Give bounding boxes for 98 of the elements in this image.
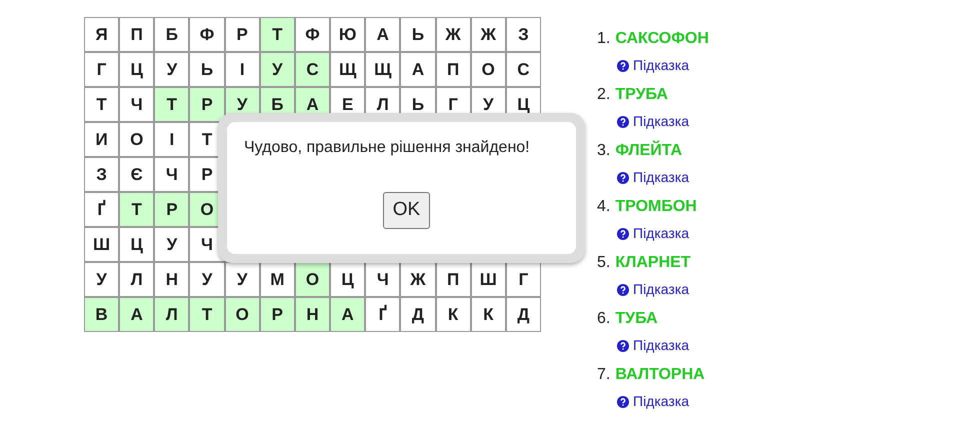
letter-cell[interactable]: С bbox=[296, 53, 330, 86]
letter-cell[interactable]: А bbox=[120, 298, 154, 331]
letter-cell[interactable]: Т bbox=[260, 18, 294, 51]
letter-cell[interactable]: П bbox=[436, 53, 470, 86]
help-icon bbox=[617, 396, 629, 408]
hint-link[interactable]: Підказка bbox=[633, 167, 690, 188]
letter-cell[interactable]: И bbox=[85, 123, 118, 156]
letter-cell[interactable]: У bbox=[260, 53, 294, 86]
letter-cell[interactable]: З bbox=[85, 158, 118, 191]
letter-cell[interactable]: Ж bbox=[472, 18, 505, 51]
hint-link[interactable]: Підказка bbox=[633, 111, 690, 132]
letter-cell[interactable]: Щ bbox=[366, 53, 400, 86]
letter-cell[interactable]: О bbox=[226, 298, 259, 331]
word-number: 1. bbox=[597, 29, 610, 49]
letter-cell[interactable]: Н bbox=[296, 298, 330, 331]
help-icon bbox=[617, 60, 629, 72]
letter-cell[interactable]: Т bbox=[120, 193, 154, 226]
word-label: САКСОФОН bbox=[615, 29, 709, 49]
letter-cell[interactable]: У bbox=[85, 263, 118, 296]
letter-cell[interactable]: Ь bbox=[401, 18, 435, 51]
word-number: 2. bbox=[597, 85, 610, 105]
letter-cell[interactable]: І bbox=[155, 123, 188, 156]
letter-cell[interactable]: Р bbox=[260, 298, 294, 331]
letter-cell[interactable]: Ц bbox=[120, 228, 154, 261]
letter-cell[interactable]: Т bbox=[190, 298, 224, 331]
letter-cell[interactable]: Ґ bbox=[85, 193, 118, 226]
letter-cell[interactable]: Д bbox=[401, 298, 435, 331]
letter-cell[interactable]: Т bbox=[85, 88, 118, 121]
letter-cell[interactable]: К bbox=[436, 298, 470, 331]
hint-link[interactable]: Підказка bbox=[633, 335, 690, 356]
letter-cell[interactable]: С bbox=[506, 53, 540, 86]
help-icon bbox=[617, 172, 629, 184]
letter-cell[interactable]: Г bbox=[506, 263, 540, 296]
letter-cell[interactable]: В bbox=[85, 298, 118, 331]
letter-cell[interactable]: П bbox=[120, 18, 154, 51]
word-label: ТУБА bbox=[615, 309, 658, 329]
letter-cell[interactable]: А bbox=[401, 53, 435, 86]
letter-cell[interactable]: А bbox=[366, 18, 400, 51]
letter-cell[interactable]: Ф bbox=[190, 18, 224, 51]
word-label: ВАЛТОРНА bbox=[615, 365, 705, 385]
letter-cell[interactable]: І bbox=[226, 53, 259, 86]
letter-cell[interactable]: Г bbox=[85, 53, 118, 86]
letter-cell[interactable]: Ь bbox=[190, 53, 224, 86]
hint-link[interactable]: Підказка bbox=[633, 223, 690, 244]
word-number: 5. bbox=[597, 253, 610, 273]
letter-cell[interactable]: Ж bbox=[401, 263, 435, 296]
letter-cell[interactable]: Б bbox=[155, 18, 188, 51]
letter-cell[interactable]: Н bbox=[155, 263, 188, 296]
letter-cell[interactable]: Т bbox=[155, 88, 188, 121]
hint-link[interactable]: Підказка bbox=[633, 279, 690, 300]
letter-cell[interactable]: Ґ bbox=[366, 298, 400, 331]
letter-cell[interactable]: Ш bbox=[472, 263, 505, 296]
letter-cell[interactable]: Р bbox=[190, 88, 224, 121]
letter-cell[interactable]: К bbox=[472, 298, 505, 331]
letter-cell[interactable]: Л bbox=[155, 298, 188, 331]
word-label: ТРОМБОН bbox=[615, 197, 697, 217]
letter-cell[interactable]: У bbox=[226, 263, 259, 296]
letter-cell[interactable]: Л bbox=[120, 263, 154, 296]
letter-cell[interactable]: Я bbox=[85, 18, 118, 51]
letter-cell[interactable]: Ш bbox=[85, 228, 118, 261]
word-label: КЛАРНЕТ bbox=[615, 253, 691, 273]
help-icon bbox=[617, 340, 629, 352]
letter-cell[interactable]: П bbox=[436, 263, 470, 296]
letter-cell[interactable]: Ц bbox=[120, 53, 154, 86]
help-icon bbox=[617, 284, 629, 296]
letter-cell[interactable]: Д bbox=[506, 298, 540, 331]
letter-cell[interactable]: У bbox=[190, 263, 224, 296]
word-number: 3. bbox=[597, 141, 610, 161]
letter-cell[interactable]: М bbox=[260, 263, 294, 296]
help-icon bbox=[617, 116, 629, 128]
letter-cell[interactable]: О bbox=[472, 53, 505, 86]
letter-cell[interactable]: Ч bbox=[120, 88, 154, 121]
help-icon bbox=[617, 228, 629, 240]
word-number: 4. bbox=[597, 197, 610, 217]
letter-cell[interactable]: А bbox=[331, 298, 364, 331]
letter-cell[interactable]: Є bbox=[120, 158, 154, 191]
ok-button[interactable]: OK bbox=[382, 192, 430, 228]
letter-cell[interactable]: Ю bbox=[331, 18, 364, 51]
word-label: ТРУБА bbox=[615, 85, 668, 105]
letter-cell[interactable]: Ж bbox=[436, 18, 470, 51]
letter-cell[interactable]: Ц bbox=[331, 263, 364, 296]
letter-cell[interactable]: У bbox=[155, 53, 188, 86]
letter-cell[interactable]: З bbox=[506, 18, 540, 51]
letter-cell[interactable]: Ч bbox=[155, 158, 188, 191]
hint-link[interactable]: Підказка bbox=[633, 55, 690, 76]
word-label: ФЛЕЙТА bbox=[615, 140, 682, 161]
letter-cell[interactable]: О bbox=[296, 263, 330, 296]
letter-cell[interactable]: О bbox=[120, 123, 154, 156]
letter-cell[interactable]: Р bbox=[226, 18, 259, 51]
letter-cell[interactable]: Ф bbox=[296, 18, 330, 51]
letter-cell[interactable]: Ч bbox=[366, 263, 400, 296]
word-number: 6. bbox=[597, 309, 610, 329]
word-number: 7. bbox=[597, 365, 610, 385]
letter-cell[interactable]: У bbox=[155, 228, 188, 261]
hint-link[interactable]: Підказка bbox=[633, 391, 690, 412]
letter-cell[interactable]: Щ bbox=[331, 53, 364, 86]
letter-cell[interactable]: Р bbox=[155, 193, 188, 226]
dialog-message: Чудово, правильне рішення знайдено! bbox=[244, 138, 531, 158]
